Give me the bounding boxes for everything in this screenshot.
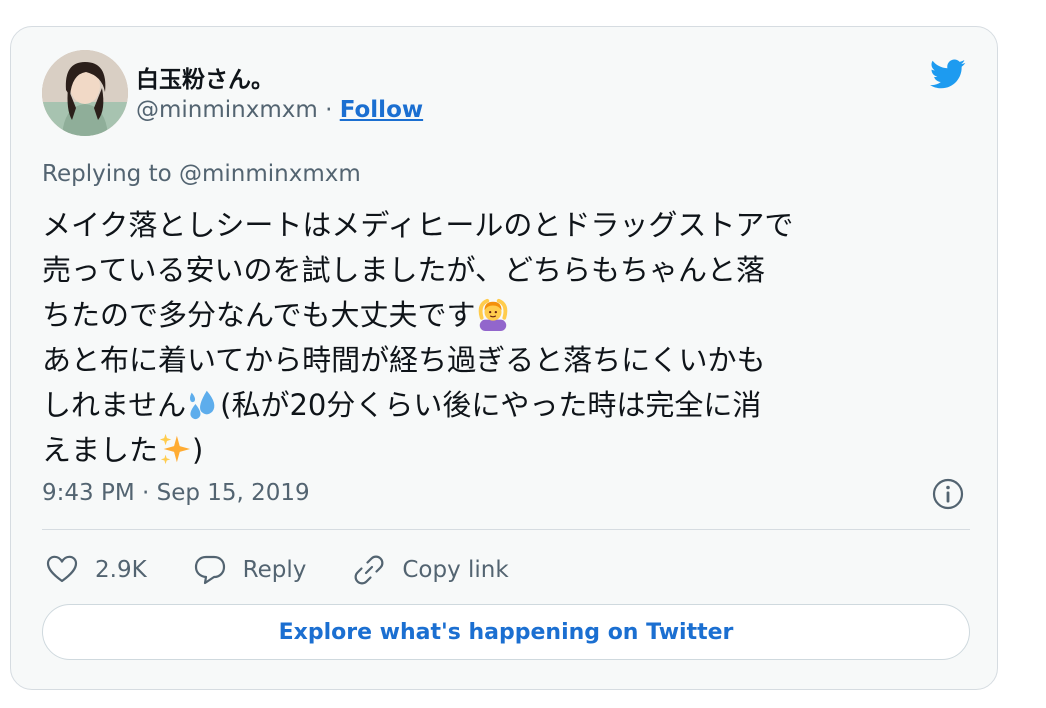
author-handle[interactable]: @minminxmxm <box>136 97 318 123</box>
tweet-line-text: しれません <box>42 388 187 422</box>
reply-label: Reply <box>242 557 307 583</box>
explore-twitter-button[interactable]: Explore what's happening on Twitter <box>42 604 970 660</box>
action-bar: 2.9K Reply Copy link <box>45 550 555 590</box>
tweet-line-text: ちたので多分なんでも大丈夫です <box>42 298 476 332</box>
tweet-card: 白玉粉さん。 @minminxmxm · Follow Replying to … <box>10 26 998 690</box>
reply-button[interactable]: Reply <box>193 553 307 587</box>
tweet-line: ちたので多分なんでも大丈夫です <box>42 293 972 338</box>
twitter-bird-icon[interactable] <box>926 56 970 92</box>
like-button[interactable]: 2.9K <box>45 553 147 587</box>
divider <box>42 529 970 530</box>
follow-link[interactable]: Follow <box>340 97 423 123</box>
tweet-line-text: (私が20分くらい後にやった時は完全に消 <box>220 388 762 422</box>
replying-to-text[interactable]: Replying to @minminxmxm <box>42 161 361 187</box>
explore-label: Explore what's happening on Twitter <box>278 619 734 645</box>
heart-icon <box>46 555 78 583</box>
tweet-line: 売っている安いのを試しましたが、どちらもちゃんと落 <box>42 253 765 287</box>
sweat-droplets-emoji <box>190 390 215 420</box>
copy-link-button[interactable]: Copy link <box>352 553 509 587</box>
person-gesturing-ok-emoji <box>478 298 507 331</box>
tweet-line: しれません (私が20分くらい後にやった時は完全に消 <box>42 383 972 428</box>
tweet-line-text: ) <box>192 433 204 467</box>
author-handle-row: @minminxmxm · Follow <box>136 97 423 123</box>
tweet-text: メイク落としシートはメディヒールのとドラッグストアで 売っている安いのを試しまし… <box>42 203 972 473</box>
like-count: 2.9K <box>95 557 147 583</box>
sparkles-emoji <box>159 433 191 465</box>
tweet-line: えました) <box>42 428 972 473</box>
avatar[interactable] <box>42 50 128 136</box>
info-icon[interactable] <box>931 477 965 511</box>
tweet-line: メイク落としシートはメディヒールのとドラッグストアで <box>42 208 794 242</box>
reply-bubble-icon <box>194 555 225 585</box>
tweet-line-text: えました <box>42 433 159 467</box>
tweet-line: あと布に着いてから時間が経ち過ぎると落ちにくいかも <box>42 343 766 377</box>
author-display-name[interactable]: 白玉粉さん。 <box>136 60 274 94</box>
handle-separator: · <box>325 97 333 123</box>
copy-link-label: Copy link <box>402 557 509 583</box>
tweet-timestamp[interactable]: 9:43 PM · Sep 15, 2019 <box>42 480 310 506</box>
link-icon <box>354 555 384 585</box>
